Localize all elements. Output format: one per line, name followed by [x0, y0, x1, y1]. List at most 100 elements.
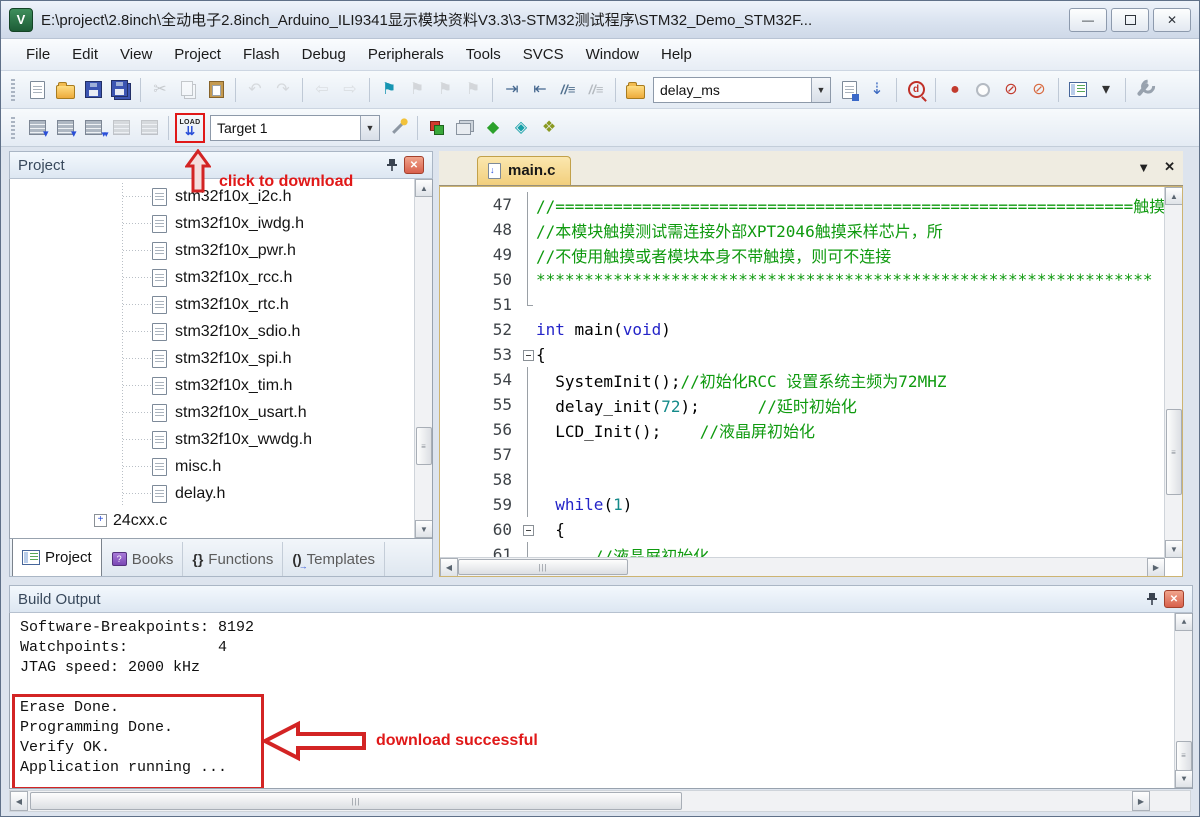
fold-marker[interactable] — [520, 342, 536, 367]
target-select[interactable]: Target 1▼ — [210, 115, 380, 141]
scroll-right-icon[interactable]: ▶ — [1132, 791, 1150, 811]
maximize-button[interactable] — [1111, 8, 1149, 32]
scroll-thumb[interactable]: ≡ — [1176, 741, 1192, 771]
paste-icon[interactable] — [203, 77, 229, 103]
tree-item[interactable]: stm32f10x_pwr.h — [10, 237, 414, 264]
undo-icon[interactable]: ↶ — [242, 77, 268, 103]
menu-peripherals[interactable]: Peripherals — [357, 42, 455, 67]
close-button[interactable]: ✕ — [1153, 8, 1191, 32]
navigate-back-icon[interactable]: ⇦ — [309, 77, 335, 103]
scroll-down-icon[interactable]: ▼ — [1165, 540, 1183, 558]
tree-item[interactable]: stm32f10x_sdio.h — [10, 318, 414, 345]
indent-right-icon[interactable]: ⇥ — [499, 77, 525, 103]
batch-build-icon[interactable] — [108, 115, 134, 141]
menu-window[interactable]: Window — [575, 42, 650, 67]
combo-dropdown-icon[interactable]: ▼ — [811, 78, 830, 102]
editor-vscrollbar[interactable]: ▲ ≡ ▼ — [1164, 187, 1182, 558]
start-debug-session-icon[interactable] — [424, 115, 450, 141]
file-extensions-icon[interactable]: ◈ — [508, 115, 534, 141]
find-next-icon[interactable] — [836, 77, 862, 103]
tree-item-partial[interactable]: +24cxx.c — [10, 507, 414, 534]
insert-breakpoint-icon[interactable]: ● — [942, 77, 968, 103]
options-for-target-icon[interactable] — [385, 115, 411, 141]
build-output-close-icon[interactable]: ✕ — [1164, 590, 1184, 608]
menu-edit[interactable]: Edit — [61, 42, 109, 67]
tab-functions[interactable]: {}Functions — [183, 542, 283, 576]
scroll-left-icon[interactable]: ◀ — [10, 791, 28, 811]
code-editor[interactable]: 47//====================================… — [439, 186, 1183, 577]
navigate-forward-icon[interactable]: ⇨ — [337, 77, 363, 103]
tab-list-dropdown-icon[interactable]: ▼ — [1137, 160, 1150, 175]
minimize-button[interactable]: — — [1069, 8, 1107, 32]
build-output-hscrollbar[interactable]: ◀ ||| ▶ — [9, 790, 1191, 812]
tree-item[interactable]: misc.h — [10, 453, 414, 480]
find-all-references-icon[interactable]: d — [903, 77, 929, 103]
tree-item[interactable]: stm32f10x_wwdg.h — [10, 426, 414, 453]
uncomment-selection-icon[interactable]: //≡ — [583, 77, 609, 103]
build-target-icon[interactable] — [52, 115, 78, 141]
pin-icon[interactable] — [386, 158, 398, 172]
scroll-thumb[interactable]: ≡ — [1166, 409, 1182, 495]
build-output-vscrollbar[interactable]: ▲ ≡ ▼ — [1174, 613, 1192, 788]
tab-templates[interactable]: ()Templates — [283, 542, 385, 576]
disable-breakpoint-icon[interactable] — [970, 77, 996, 103]
tree-item[interactable]: stm32f10x_tim.h — [10, 372, 414, 399]
layout-dropdown-icon[interactable]: ▾ — [1093, 77, 1119, 103]
kill-all-breakpoints-icon[interactable]: ⊘ — [1026, 77, 1052, 103]
menu-flash[interactable]: Flash — [232, 42, 291, 67]
tab-main-c[interactable]: main.c — [477, 156, 571, 185]
project-close-icon[interactable]: ✕ — [404, 156, 424, 174]
scroll-thumb[interactable]: ||| — [30, 792, 682, 810]
window-stack-icon[interactable] — [452, 115, 478, 141]
project-tree-scrollbar[interactable]: ▲ ≡ ▼ — [414, 179, 432, 538]
scroll-right-icon[interactable]: ▶ — [1147, 558, 1165, 577]
scroll-up-icon[interactable]: ▲ — [415, 179, 433, 197]
scroll-thumb[interactable]: ||| — [458, 559, 628, 575]
menu-debug[interactable]: Debug — [291, 42, 357, 67]
tab-project[interactable]: Project — [12, 538, 102, 576]
manage-books-icon[interactable]: ❖ — [536, 115, 562, 141]
manage-run-time-environment-icon[interactable]: ◆ — [480, 115, 506, 141]
fold-marker[interactable] — [520, 517, 536, 542]
menu-tools[interactable]: Tools — [455, 42, 512, 67]
redo-icon[interactable]: ↷ — [270, 77, 296, 103]
find-in-files-icon[interactable] — [622, 77, 648, 103]
menu-view[interactable]: View — [109, 42, 163, 67]
configure-tools-icon[interactable] — [1132, 77, 1158, 103]
menu-help[interactable]: Help — [650, 42, 703, 67]
scroll-down-icon[interactable]: ▼ — [1175, 770, 1193, 788]
copy-icon[interactable] — [175, 77, 201, 103]
tree-item[interactable]: stm32f10x_iwdg.h — [10, 210, 414, 237]
translate-file-icon[interactable] — [24, 115, 50, 141]
tree-item[interactable]: delay.h — [10, 480, 414, 507]
open-folder-icon[interactable] — [52, 77, 78, 103]
bookmark-toggle-icon[interactable]: ⚑ — [376, 77, 402, 103]
scroll-up-icon[interactable]: ▲ — [1175, 613, 1193, 631]
bookmark-next-icon[interactable]: ⚑ — [432, 77, 458, 103]
tree-item[interactable]: stm32f10x_rtc.h — [10, 291, 414, 318]
bookmark-clear-icon[interactable]: ⚑ — [460, 77, 486, 103]
tab-books[interactable]: ?Books — [103, 542, 184, 576]
search-box[interactable]: delay_ms▼ — [653, 77, 831, 103]
menu-file[interactable]: File — [15, 42, 61, 67]
bookmark-prev-icon[interactable]: ⚑ — [404, 77, 430, 103]
tree-item[interactable]: stm32f10x_usart.h — [10, 399, 414, 426]
window-layout-icon[interactable] — [1065, 77, 1091, 103]
scroll-down-icon[interactable]: ▼ — [415, 520, 433, 538]
save-icon[interactable] — [80, 77, 106, 103]
cut-icon[interactable]: ✂ — [147, 77, 173, 103]
tree-item[interactable]: stm32f10x_rcc.h — [10, 264, 414, 291]
editor-hscrollbar[interactable]: ◀ ||| ▶ — [440, 557, 1165, 576]
new-file-icon[interactable] — [24, 77, 50, 103]
stop-build-icon[interactable] — [136, 115, 162, 141]
scroll-up-icon[interactable]: ▲ — [1165, 187, 1183, 205]
scroll-thumb[interactable]: ≡ — [416, 427, 432, 465]
menu-svcs[interactable]: SVCS — [512, 42, 575, 67]
build-output-log[interactable]: Software-Breakpoints: 8192Watchpoints: 4… — [9, 613, 1193, 789]
load-download-button[interactable]: LOAD⇊ — [175, 113, 205, 143]
editor-close-icon[interactable]: ✕ — [1164, 159, 1175, 175]
incremental-find-icon[interactable]: ⇣ — [864, 77, 890, 103]
kill-breakpoint-icon[interactable]: ⊘ — [998, 77, 1024, 103]
tree-item[interactable]: stm32f10x_spi.h — [10, 345, 414, 372]
expand-icon[interactable]: + — [94, 514, 107, 527]
